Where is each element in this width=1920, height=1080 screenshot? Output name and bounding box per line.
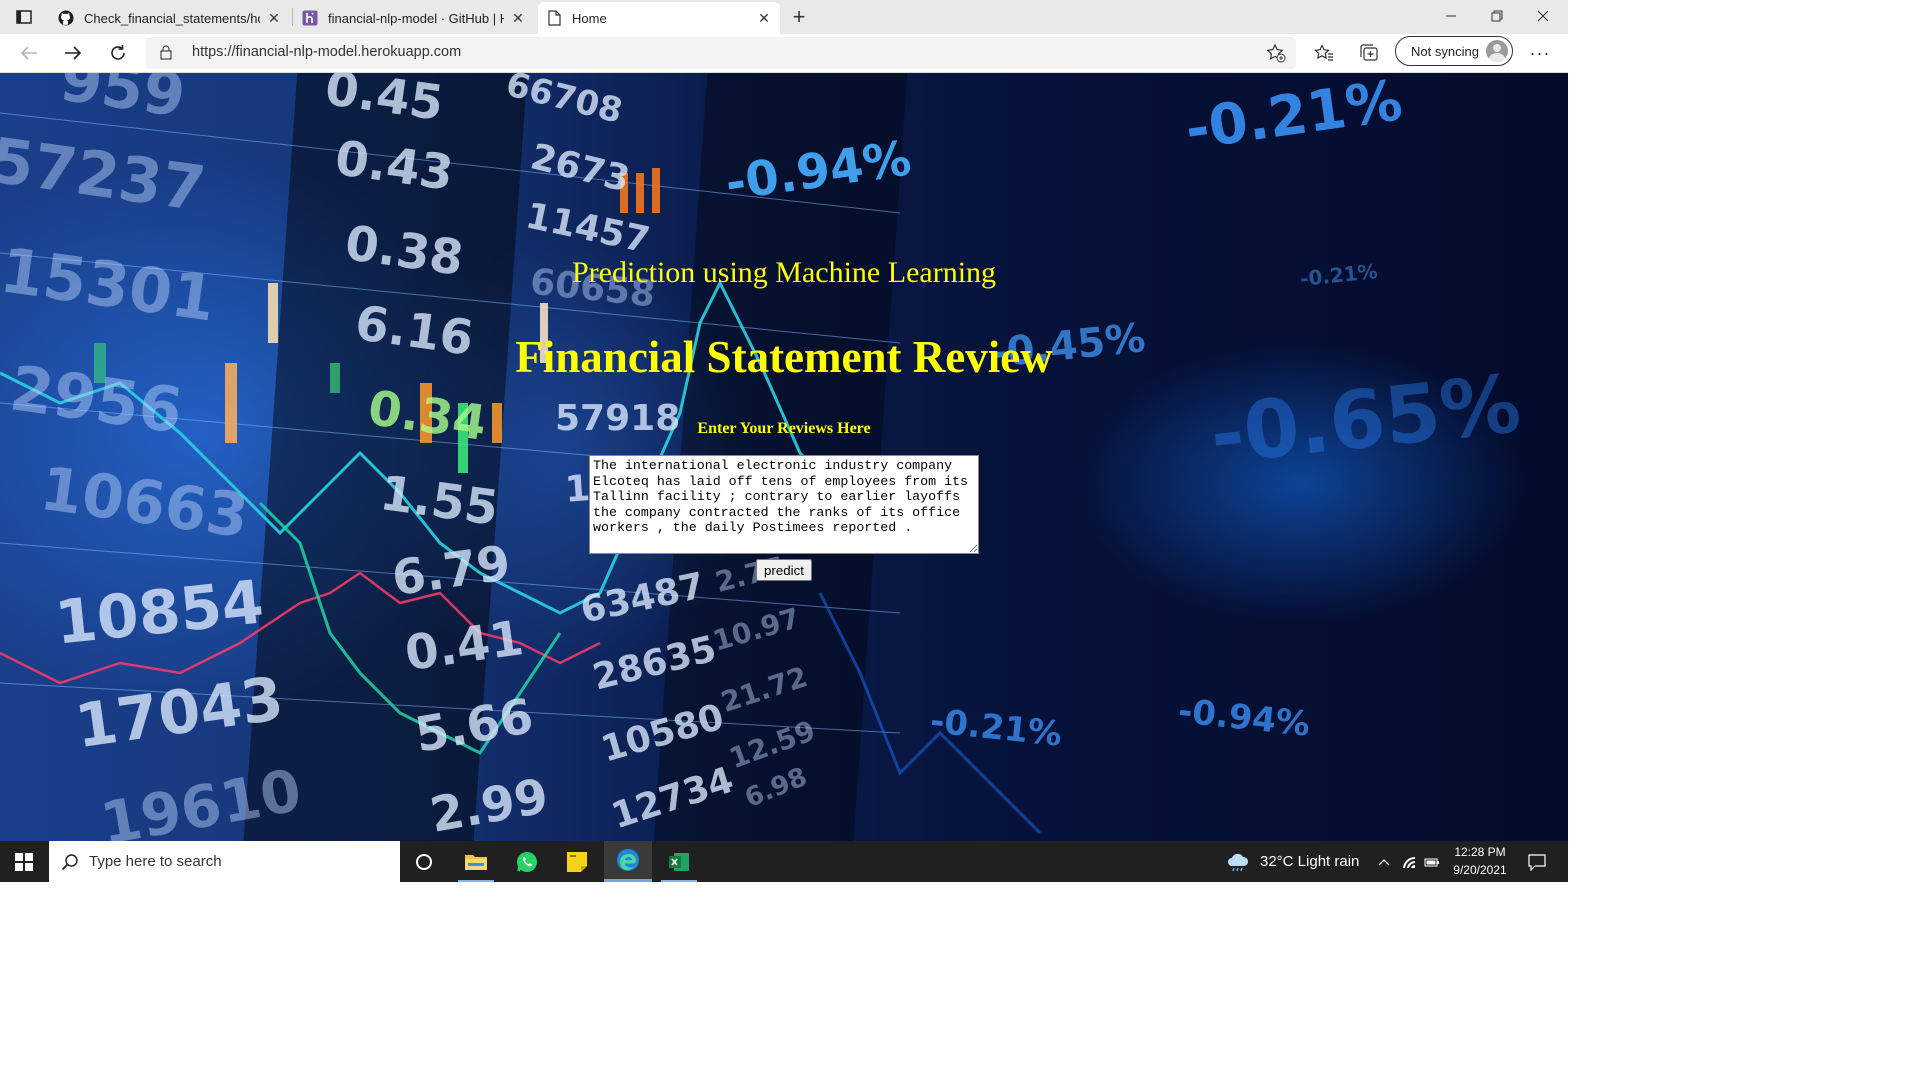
close-icon <box>1537 10 1549 22</box>
whatsapp-icon <box>517 851 537 872</box>
tab-heroku[interactable]: financial-nlp-model · GitHub | Heroku ✕ <box>294 2 534 34</box>
minimize-icon <box>1446 15 1456 17</box>
tab-github-repo[interactable]: Check_financial_statements/home ✕ <box>50 2 290 34</box>
sticky-notes-icon <box>567 851 587 872</box>
show-hidden-icons-button[interactable] <box>1372 841 1396 882</box>
refresh-icon <box>111 45 125 60</box>
forward-button[interactable] <box>58 39 88 67</box>
start-button[interactable] <box>0 841 48 882</box>
cortana-icon <box>416 853 432 870</box>
running-indicator <box>458 880 494 882</box>
add-favorite-icon[interactable] <box>1266 43 1286 68</box>
page-icon <box>546 10 562 26</box>
whatsapp-button[interactable] <box>503 841 551 882</box>
favorites-button[interactable] <box>1310 40 1338 66</box>
profile-label: Not syncing <box>1411 43 1479 59</box>
cortana-button[interactable] <box>400 841 448 882</box>
minimize-button[interactable] <box>1428 0 1474 32</box>
taskbar-search-box[interactable]: Type here to search <box>49 841 400 882</box>
tab-close-icon[interactable]: ✕ <box>756 10 772 26</box>
clock-time: 12:28 PM <box>1454 845 1506 859</box>
heroku-icon <box>302 10 318 26</box>
running-indicator <box>661 880 697 882</box>
file-explorer-button[interactable] <box>452 841 500 882</box>
excel-icon <box>669 852 689 871</box>
avatar-icon <box>1486 40 1508 62</box>
search-icon <box>61 853 79 871</box>
edge-icon <box>617 849 639 871</box>
more-icon: ··· <box>1529 42 1551 63</box>
taskbar: Type here to search 32°C Light rain 12:2… <box>0 841 1568 882</box>
rain-cloud-icon <box>1226 852 1250 872</box>
sticky-notes-button[interactable] <box>553 841 601 882</box>
review-textarea[interactable]: The international electronic industry co… <box>589 455 979 554</box>
weather-widget[interactable]: 32°C Light rain <box>1226 841 1359 882</box>
tab-title: Home <box>572 10 607 26</box>
review-form-area: Prediction using Machine Learning Financ… <box>0 73 1568 841</box>
page-subtitle: Prediction using Machine Learning <box>571 256 997 289</box>
tab-title: Check_financial_statements/home <box>84 10 260 26</box>
address-bar[interactable]: https://financial-nlp-model.herokuapp.co… <box>146 37 1296 69</box>
url-text[interactable]: https://financial-nlp-model.herokuapp.co… <box>192 44 461 60</box>
excel-button[interactable] <box>655 841 703 882</box>
wifi-icon <box>1403 856 1415 868</box>
collections-button[interactable] <box>1355 40 1383 66</box>
tab-home[interactable]: Home ✕ <box>538 2 780 34</box>
lock-icon <box>160 45 172 65</box>
plus-icon: + <box>792 4 806 29</box>
restore-button[interactable] <box>1474 0 1520 32</box>
new-tab-button[interactable]: + <box>786 4 812 30</box>
favorites-icon <box>1314 44 1333 61</box>
forward-arrow-icon <box>65 46 82 60</box>
tab-actions-button[interactable] <box>10 6 38 28</box>
battery-icon <box>1424 858 1439 866</box>
close-window-button[interactable] <box>1520 0 1566 32</box>
settings-more-button[interactable]: ··· <box>1526 40 1554 66</box>
page-viewport: 959 57237 15301 2956 10663 10854 17043 1… <box>0 73 1568 841</box>
action-center-button[interactable] <box>1522 841 1552 882</box>
network-button[interactable] <box>1398 841 1420 882</box>
chevron-up-icon <box>1378 858 1390 865</box>
system-clock[interactable]: 12:28 PM 9/20/2021 <box>1440 843 1520 881</box>
predict-button[interactable]: predict <box>756 559 812 581</box>
profile-button[interactable]: Not syncing <box>1395 36 1513 66</box>
edge-button[interactable] <box>604 841 652 882</box>
review-input-label: Enter Your Reviews Here <box>697 420 871 437</box>
tab-actions-icon <box>16 10 32 24</box>
browser-toolbar: https://financial-nlp-model.herokuapp.co… <box>0 34 1568 73</box>
tab-close-icon[interactable]: ✕ <box>266 10 282 26</box>
tab-strip: Check_financial_statements/home ✕ financ… <box>0 0 1568 34</box>
clock-date: 9/20/2021 <box>1453 863 1507 877</box>
back-button[interactable] <box>14 39 44 67</box>
notification-icon <box>1528 853 1546 871</box>
github-icon <box>58 10 74 26</box>
tab-close-icon[interactable]: ✕ <box>510 10 526 26</box>
windows-logo-icon <box>15 852 33 871</box>
collections-icon <box>1360 44 1378 61</box>
search-placeholder: Type here to search <box>89 853 222 870</box>
file-explorer-icon <box>465 854 487 870</box>
weather-text: 32°C Light rain <box>1260 853 1360 870</box>
tab-title: financial-nlp-model · GitHub | Heroku <box>328 10 504 26</box>
tab-separator <box>292 8 293 26</box>
page-title: Financial Statement Review <box>515 332 1053 382</box>
refresh-button[interactable] <box>103 39 133 67</box>
restore-icon <box>1491 10 1503 22</box>
back-arrow-icon <box>20 46 37 60</box>
